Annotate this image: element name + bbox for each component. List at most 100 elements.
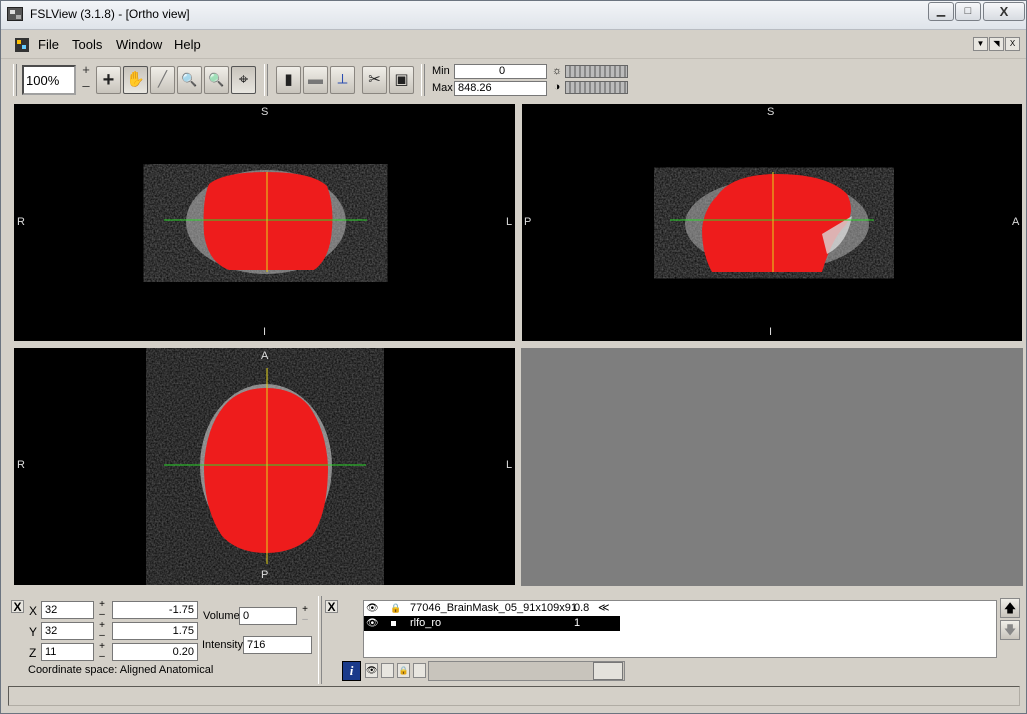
orientation-right: A bbox=[1012, 216, 1020, 228]
layer-opacity: 1 bbox=[574, 617, 581, 629]
max-label: Max bbox=[432, 82, 453, 94]
sagittal-view[interactable]: S I P A bbox=[522, 104, 1022, 341]
dock-splitter[interactable] bbox=[318, 596, 322, 684]
target-icon: ⌖ bbox=[238, 70, 249, 89]
layer-up-button[interactable]: 🡅 bbox=[1000, 598, 1020, 618]
layer-panel-close-button[interactable]: X bbox=[325, 600, 338, 613]
mdi-restore-button[interactable]: ◥ bbox=[989, 37, 1004, 51]
x-voxel-input[interactable]: 32 bbox=[41, 601, 94, 619]
orientation-left: R bbox=[17, 459, 25, 471]
axial-view[interactable]: A P R L bbox=[14, 348, 515, 585]
volume-input[interactable]: 0 bbox=[239, 607, 297, 625]
lightbox-icon: ▬ bbox=[308, 71, 323, 88]
lightbox-button[interactable]: ▬ bbox=[303, 66, 328, 94]
toolbar-grip-2[interactable] bbox=[264, 64, 268, 96]
orientation-top: A bbox=[261, 350, 269, 362]
screenshot-button[interactable]: ▣ bbox=[389, 66, 414, 94]
menu-help[interactable]: Help bbox=[174, 37, 201, 52]
coronal-view[interactable]: S I R L bbox=[14, 104, 515, 341]
x-plus-button[interactable]: + bbox=[97, 600, 107, 610]
eye-visible-icon[interactable]: 👁 bbox=[366, 616, 379, 631]
eye-toggle-icon[interactable]: 👁 bbox=[365, 663, 378, 678]
single-view-button[interactable]: ▮ bbox=[276, 66, 301, 94]
orientation-left: R bbox=[17, 216, 25, 228]
sagittal-slice[interactable] bbox=[522, 104, 1022, 341]
eye-visible-icon[interactable]: 👁 bbox=[366, 601, 379, 616]
add-layer-button[interactable] bbox=[381, 663, 394, 678]
orientation-bottom: I bbox=[263, 326, 267, 338]
contrast-slider[interactable] bbox=[565, 81, 628, 94]
y-plus-button[interactable]: + bbox=[97, 621, 107, 631]
intensity-label: Intensity bbox=[202, 639, 243, 651]
layer-opacity: 0.8 bbox=[574, 602, 590, 614]
cursor-panel-close-button[interactable]: X bbox=[11, 600, 24, 613]
max-intensity-input[interactable]: 848.26 bbox=[454, 81, 547, 96]
y-voxel-input[interactable]: 32 bbox=[41, 622, 94, 640]
pan-mode-button[interactable]: ✋ bbox=[123, 66, 148, 94]
toolbar-grip[interactable] bbox=[13, 64, 17, 96]
orientation-right: L bbox=[506, 216, 513, 228]
contrast-icon: ◑ bbox=[553, 81, 561, 93]
layer-row[interactable]: 👁 🔒 77046_BrainMask_05_91x109x91 0.8 ≪ bbox=[364, 601, 994, 616]
x-minus-button[interactable]: – bbox=[97, 610, 107, 620]
menu-tools[interactable]: Tools bbox=[72, 37, 102, 52]
mdi-minimize-button[interactable]: ▼ bbox=[973, 37, 988, 51]
cut-button[interactable]: ✂ bbox=[362, 66, 387, 94]
window-title: FSLView (3.1.8) - [Ortho view] bbox=[30, 7, 190, 21]
brain-mask-overlay bbox=[203, 172, 333, 270]
volume-plus-button[interactable]: + bbox=[300, 605, 310, 615]
y-label: Y bbox=[29, 625, 38, 639]
crosshair-cursor-icon: + bbox=[102, 69, 115, 91]
toolbar-grip-3[interactable] bbox=[421, 64, 425, 96]
z-plus-button[interactable]: + bbox=[97, 642, 107, 652]
zoom-in-button[interactable]: + bbox=[80, 63, 92, 78]
zoom-input[interactable]: 100% bbox=[22, 65, 76, 95]
orientation-top: S bbox=[261, 106, 269, 118]
layer-name: 77046_BrainMask_05_91x109x91 bbox=[410, 602, 577, 614]
crosshair-toggle-button[interactable]: ⌖ bbox=[231, 66, 256, 94]
axis-icon: ⟂ bbox=[337, 71, 348, 88]
layer-collapse-icon[interactable]: ≪ bbox=[598, 601, 610, 616]
x-mm-input[interactable]: -1.75 bbox=[112, 601, 198, 619]
lock-icon[interactable]: 🔒 bbox=[390, 601, 401, 616]
z-label: Z bbox=[29, 646, 37, 660]
y-minus-button[interactable]: – bbox=[97, 631, 107, 641]
z-minus-button[interactable]: – bbox=[97, 652, 107, 662]
intensity-value: 716 bbox=[243, 636, 312, 654]
single-view-icon: ▮ bbox=[284, 71, 293, 88]
z-voxel-input[interactable]: 11 bbox=[41, 643, 94, 661]
coronal-slice[interactable] bbox=[14, 104, 515, 341]
layer-name: rlfo_ro bbox=[410, 617, 442, 629]
layer-row-selected[interactable]: 👁 rlfo_ro 1 bbox=[364, 616, 620, 631]
camera-icon: ▣ bbox=[394, 71, 409, 88]
layer-down-button[interactable]: 🡇 bbox=[1000, 620, 1020, 640]
brightness-slider[interactable] bbox=[565, 65, 628, 78]
lock-toggle-icon[interactable]: 🔒 bbox=[397, 663, 410, 678]
close-window-button[interactable]: X bbox=[983, 2, 1025, 21]
magnifier-red-icon: 🔍 bbox=[208, 72, 225, 87]
coordinate-space-label: Coordinate space: Aligned Anatomical bbox=[28, 664, 214, 676]
min-intensity-input[interactable]: 0 bbox=[454, 64, 547, 79]
z-mm-input[interactable]: 0.20 bbox=[112, 643, 198, 661]
minimize-button[interactable]: ▁ bbox=[928, 2, 954, 21]
maximize-button[interactable]: □ bbox=[955, 2, 981, 21]
small-lock-icon[interactable] bbox=[391, 621, 396, 626]
y-mm-input[interactable]: 1.75 bbox=[112, 622, 198, 640]
menu-window[interactable]: Window bbox=[116, 37, 162, 52]
zoom-region-button[interactable]: 🔍 bbox=[204, 66, 229, 94]
remove-layer-button[interactable] bbox=[413, 663, 426, 678]
pencil-mode-button[interactable]: ╱ bbox=[150, 66, 175, 94]
zoom-out-button[interactable]: – bbox=[80, 79, 92, 94]
layer-opacity-slider-thumb[interactable] bbox=[593, 662, 623, 680]
menu-file[interactable]: File bbox=[38, 37, 59, 52]
axis-toggle-button[interactable]: ⟂ bbox=[330, 66, 355, 94]
mdi-child-icon[interactable] bbox=[15, 38, 29, 52]
cursor-mode-button[interactable]: + bbox=[96, 66, 121, 94]
volume-minus-button[interactable]: – bbox=[300, 615, 310, 625]
zoom-mode-button[interactable]: 🔍 bbox=[177, 66, 202, 94]
axial-slice[interactable] bbox=[14, 348, 515, 585]
mdi-close-button[interactable]: X bbox=[1005, 37, 1020, 51]
orientation-top: S bbox=[767, 106, 775, 118]
status-bar bbox=[8, 686, 1020, 706]
layer-info-button[interactable]: i bbox=[342, 661, 361, 681]
